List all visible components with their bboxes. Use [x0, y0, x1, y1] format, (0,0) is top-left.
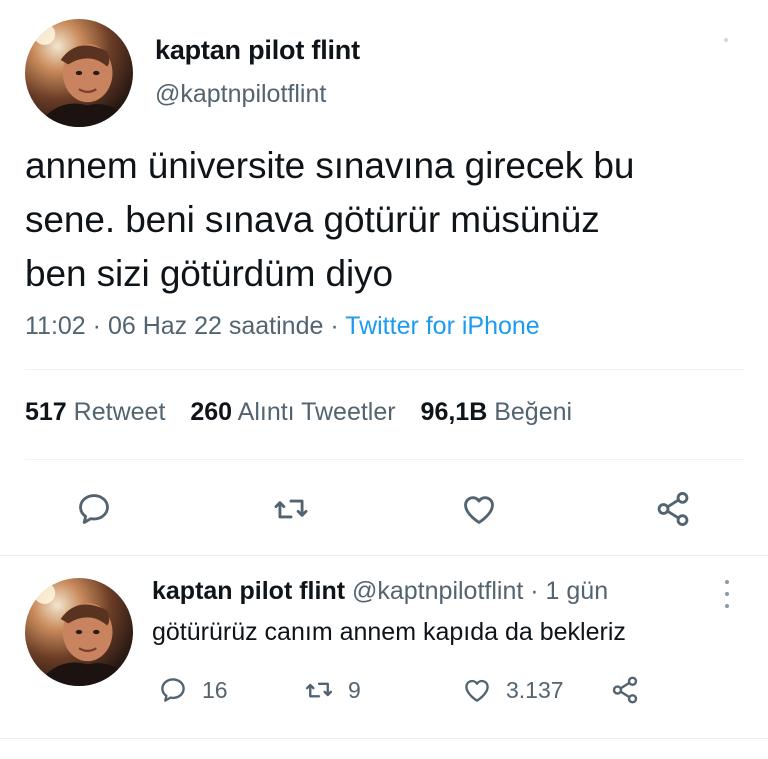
quotes-stat[interactable]: 260 Alıntı Tweetler	[190, 398, 395, 426]
likes-count: 96,1B	[420, 398, 488, 426]
divider	[25, 459, 745, 460]
main-tweet: kaptan pilot flint @kaptnpilotflint anne…	[0, 0, 768, 555]
likes-label: Beğeni	[494, 398, 573, 426]
reply-reply-button[interactable]: 16	[158, 672, 228, 708]
reply-retweet-button[interactable]: 9	[304, 672, 361, 708]
reply-icon	[79, 494, 109, 524]
reply-button[interactable]	[71, 486, 117, 532]
reply-handle[interactable]: @kaptnpilotflint	[352, 577, 523, 605]
reply-icon	[161, 678, 185, 702]
quotes-label: Alıntı Tweetler	[237, 398, 396, 426]
retweet-icon	[305, 682, 333, 698]
likes-stat[interactable]: 96,1B Beğeni	[421, 398, 573, 426]
tweet-meta: 11:02 · 06 Haz 22 saatinde · Twitter for…	[25, 312, 540, 341]
reply-separator: ·	[530, 577, 539, 605]
share-icon	[612, 676, 638, 704]
tweet-text-line: annem üniversite sınavına girecek bu	[25, 145, 635, 186]
tweet-text: annem üniversite sınavına girecek bu sen…	[25, 139, 755, 301]
quotes-count: 260	[190, 398, 233, 426]
decorative-dot	[724, 38, 728, 42]
share-button[interactable]	[650, 486, 696, 532]
more-options-icon[interactable]	[720, 580, 734, 608]
tweet-text-line: sene. beni sınava götürür müsünüz	[25, 199, 600, 240]
meta-separator: ·	[92, 312, 101, 340]
avatar-image	[33, 23, 133, 127]
tweet-stats: 517 Retweet 260 Alıntı Tweetler 96,1B Be…	[25, 398, 572, 427]
share-icon	[657, 492, 689, 526]
heart-icon	[464, 496, 494, 524]
retweets-label: Retweet	[73, 398, 166, 426]
tweet-time[interactable]: 11:02	[25, 312, 86, 340]
divider	[25, 369, 745, 370]
divider	[0, 738, 768, 739]
tweet-page: kaptan pilot flint @kaptnpilotflint anne…	[0, 0, 768, 759]
reply-time[interactable]: 1 gün	[546, 577, 609, 605]
reply-text: götürürüz canım annem kapıda da bekleriz	[152, 618, 626, 646]
retweet-button[interactable]	[268, 486, 314, 532]
retweet-count: 9	[348, 676, 361, 703]
tweet-source-link[interactable]: Twitter for iPhone	[345, 312, 540, 340]
tweet-date[interactable]: 06 Haz 22 saatinde	[108, 312, 323, 340]
user-handle[interactable]: @kaptnpilotflint	[155, 80, 326, 109]
reply-display-name[interactable]: kaptan pilot flint	[152, 577, 345, 605]
reply-avatar[interactable]	[25, 578, 133, 686]
reply-header: kaptan pilot flint @kaptnpilotflint · 1 …	[152, 577, 608, 606]
retweets-stat[interactable]: 517 Retweet	[25, 398, 165, 426]
avatar-image	[33, 582, 133, 686]
retweet-icon	[274, 499, 308, 519]
heart-icon	[465, 679, 489, 702]
divider	[0, 555, 768, 556]
reply-share-button[interactable]	[610, 672, 640, 708]
like-button[interactable]	[456, 486, 502, 532]
retweets-count: 517	[25, 398, 67, 426]
tweet-text-line: ben sizi götürdüm diyo	[25, 253, 393, 294]
display-name[interactable]: kaptan pilot flint	[155, 35, 360, 66]
avatar[interactable]	[25, 19, 133, 127]
reply-like-button[interactable]: 3.137	[462, 672, 564, 708]
meta-separator: ·	[330, 312, 339, 340]
like-count: 3.137	[506, 676, 564, 703]
reply-count: 16	[202, 676, 228, 703]
